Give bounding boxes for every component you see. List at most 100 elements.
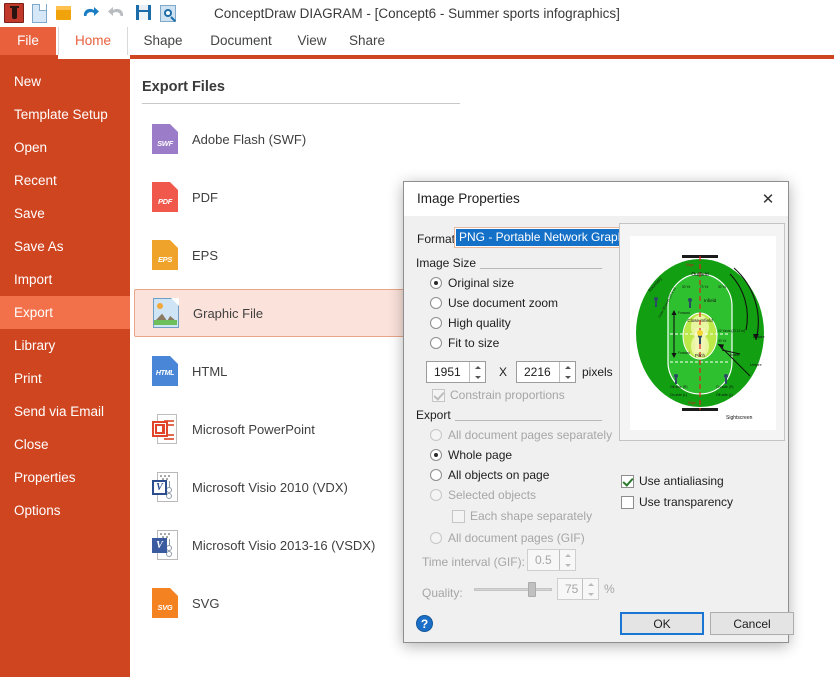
sidebar-item-options[interactable]: Options [0,494,130,527]
radio-dot [430,337,442,349]
svg-text:Bowler: Bowler [730,353,741,357]
html-file-icon: HTML [152,356,178,386]
sidebar-item-open[interactable]: Open [0,131,130,164]
page-title: Export Files [142,79,225,95]
close-icon[interactable]: ✕ [754,187,782,211]
checkbox-label: Each shape separately [470,509,593,523]
tab-file[interactable]: File [0,27,56,55]
svg-text:Outfield: Outfield [691,272,708,278]
tab-view[interactable]: View [286,27,338,55]
powerpoint-file-icon [152,414,178,444]
radio-dot [430,277,442,289]
checkbox-label: Use transparency [639,495,734,509]
sidebar-item-export[interactable]: Export [0,296,130,329]
svg-text:22 Yards (20.12 m): 22 Yards (20.12 m) [718,329,745,333]
width-stepper[interactable]: 1951 [426,361,486,383]
tab-home[interactable]: Home [58,27,128,55]
checkbox-constrain-proportions: Constrain proportions [432,388,565,402]
stepper-buttons[interactable] [469,362,485,382]
sidebar-item-properties[interactable]: Properties [0,461,130,494]
eps-file-icon: EPS [152,240,178,270]
app-icon[interactable] [4,3,24,23]
cricket-field-diagram: Outfield Infield Close Infield Pitch Sig… [630,236,776,430]
radio-all-objects-on-page[interactable]: All objects on page [430,468,549,482]
sidebar-item-save-as[interactable]: Save As [0,230,130,263]
swf-file-icon: SWF [152,124,178,154]
stepper-up-icon [560,550,575,560]
radio-selected-objects: Selected objects [430,488,536,502]
new-document-icon[interactable] [29,3,49,23]
sidebar-item-new[interactable]: New [0,65,130,98]
stepper-up-icon[interactable] [560,362,575,372]
tab-shape[interactable]: Shape [130,27,196,55]
svg-text:Umpire: Umpire [750,363,762,367]
radio-label: All document pages (GIF) [448,531,585,545]
radio-label: Use document zoom [448,296,559,310]
svg-text:30 Yd: 30 Yd [718,339,726,343]
radio-label: All objects on page [448,468,550,482]
sidebar-item-print[interactable]: Print [0,362,130,395]
checkbox-box [432,388,445,402]
radio-use-document-zoom[interactable]: Use document zoom [430,296,558,310]
svg-text:30 Yd: 30 Yd [718,285,726,289]
checkbox-box [621,474,634,488]
radio-label: High quality [448,316,511,330]
stepper-down-icon[interactable] [560,372,575,382]
sidebar-item-library[interactable]: Library [0,329,130,362]
svg-text:Pitch: Pitch [695,353,706,358]
stepper-down-icon [560,560,575,570]
radio-high-quality[interactable]: High quality [430,316,511,330]
sidebar-item-save[interactable]: Save [0,197,130,230]
open-folder-icon[interactable] [54,3,74,23]
save-icon[interactable] [133,3,153,23]
export-item-label: PDF [192,189,218,205]
height-stepper[interactable]: 2216 [516,361,576,383]
export-item-label: Microsoft Visio 2013-16 (VSDX) [192,537,376,553]
checkbox-each-shape-separately: Each shape separately [452,509,592,523]
checkbox-use-transparency[interactable]: Use transparency [621,495,733,509]
help-button[interactable]: ? [416,615,433,632]
checkbox-use-antialiasing[interactable]: Use antialiasing [621,474,724,488]
radio-label: Fit to size [448,336,500,350]
radio-dot [430,469,442,481]
stepper-buttons[interactable] [559,362,575,382]
svg-text:Edge: Edge [686,263,694,267]
export-group-label: Export [416,408,455,422]
radio-whole-page[interactable]: Whole page [430,448,512,462]
preview-panel: Outfield Infield Close Infield Pitch Sig… [619,223,785,441]
svg-text:Umpire: Umpire [753,335,765,339]
svg-text:70 Yd: 70 Yd [700,285,708,289]
svg-text:Close Infield: Close Infield [687,318,713,323]
sidebar-item-import[interactable]: Import [0,263,130,296]
pdf-file-icon: PDF [152,182,178,212]
time-interval-stepper: 0.5 [527,549,576,571]
radio-dot [430,449,442,461]
sidebar-item-send-via-email[interactable]: Send via Email [0,395,130,428]
dialog-title: Image Properties [417,191,520,206]
radio-label: All document pages separately [448,428,613,442]
svg-text:30 Yd: 30 Yd [682,285,690,289]
print-preview-icon[interactable] [158,3,178,23]
stepper-up-icon[interactable] [470,362,485,372]
preview-page: Outfield Infield Close Infield Pitch Sig… [630,236,776,430]
export-item-label: EPS [192,247,219,263]
sidebar-item-close[interactable]: Close [0,428,130,461]
tab-share[interactable]: Share [338,27,396,55]
undo-icon[interactable] [79,3,101,23]
radio-original-size[interactable]: Original size [430,276,514,290]
checkbox-box [452,509,465,523]
svg-text:Edge: Edge [688,401,696,405]
radio-label: Selected objects [448,488,537,502]
sidebar-item-template-setup[interactable]: Template Setup [0,98,130,131]
sidebar-item-recent[interactable]: Recent [0,164,130,197]
radio-fit-to-size[interactable]: Fit to size [430,336,499,350]
stepper-down-icon[interactable] [470,372,485,382]
ok-button[interactable]: OK [620,612,704,635]
cancel-button[interactable]: Cancel [710,612,794,635]
export-item-swf[interactable]: SWF Adobe Flash (SWF) [134,115,454,163]
width-value: 1951 [434,365,461,379]
tab-document[interactable]: Document [196,27,286,55]
radio-label: Whole page [448,448,513,462]
ribbon-tab-bar: File Home Shape Document View Share [0,27,834,55]
quality-value: 75 [565,582,579,596]
